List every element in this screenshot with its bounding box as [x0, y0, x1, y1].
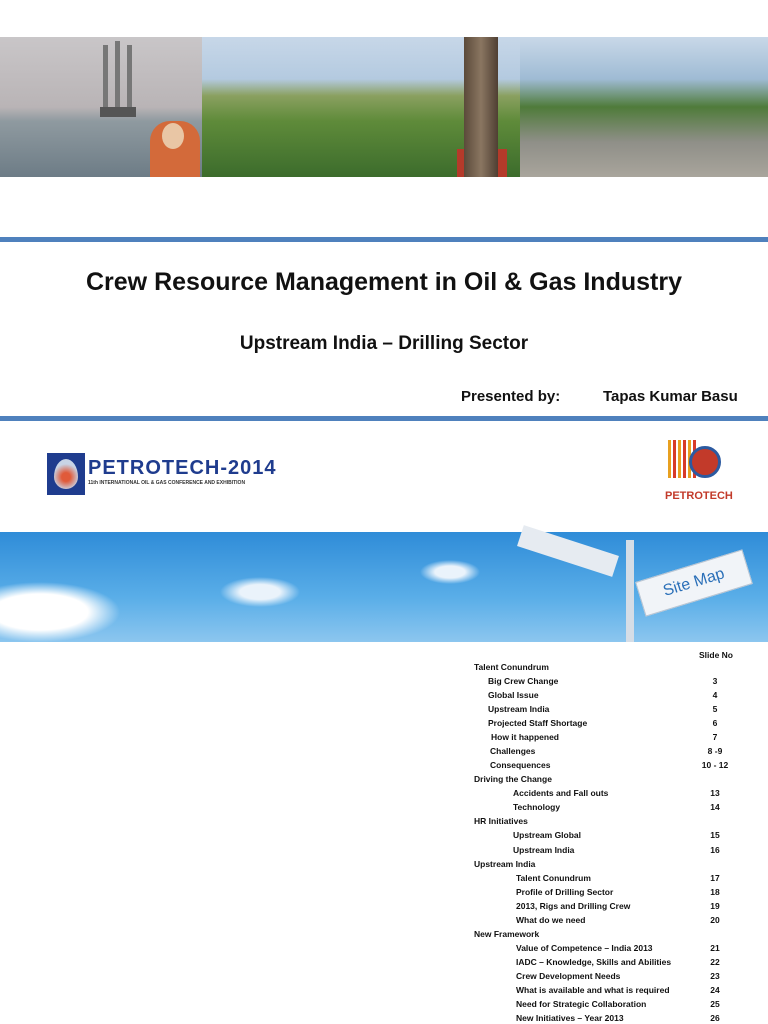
offshore-rig-photo — [0, 37, 202, 177]
toc-slide-number: 22 — [710, 956, 720, 967]
toc-slide-number: 21 — [710, 942, 720, 953]
petrotech-2014-logo: PETROTECH-2014 11th INTERNATIONAL OIL & … — [47, 453, 276, 495]
presenter-name: Tapas Kumar Basu — [603, 388, 738, 405]
toc-slide-number: 4 — [712, 690, 718, 701]
toc-item: 2013, Rigs and Drilling Crew — [516, 900, 631, 911]
signpost — [626, 540, 634, 642]
palm-road-photo — [520, 37, 768, 177]
toc-slide-number: 26 — [710, 1013, 720, 1023]
toc-item: Upstream India — [513, 844, 575, 855]
presented-by-label: Presented by: — [461, 388, 561, 405]
toc-item: Profile of Drilling Sector — [516, 886, 614, 897]
toc-item: Accidents and Fall outs — [513, 788, 609, 799]
toc-item: New Initiatives – Year 2013 — [516, 1013, 624, 1023]
toc-item: What do we need — [516, 914, 586, 925]
toc-item: Upstream India — [488, 704, 550, 715]
toc-slide-number: 19 — [710, 900, 720, 911]
toc-item: IADC – Knowledge, Skills and Abilities — [516, 956, 672, 967]
campus-lake-photo — [202, 37, 520, 177]
divider — [0, 237, 768, 242]
toc-item: Need for Strategic Collaboration — [516, 998, 647, 1009]
logo-subtitle: 11th INTERNATIONAL OIL & GAS CONFERENCE … — [88, 480, 246, 486]
toc-slide-number: 6 — [712, 718, 718, 729]
logo-text: PETROTECH — [665, 490, 733, 502]
slide-no-header: Slide No — [699, 650, 734, 660]
toc-item: What is available and what is required — [516, 984, 670, 995]
toc-item: Challenges — [490, 746, 536, 757]
toc-slide-number: 10 - 12 — [701, 760, 729, 771]
toc-slide-number: 3 — [712, 676, 718, 687]
toc-item: Technology — [513, 802, 561, 813]
toc-item: Projected Staff Shortage — [488, 718, 588, 729]
toc-item: Big Crew Change — [488, 676, 559, 687]
toc-section: New Framework — [474, 928, 540, 939]
toc-slide-number: 7 — [712, 732, 718, 743]
header-photo-strip — [0, 37, 768, 177]
toc-slide-number: 25 — [710, 998, 720, 1009]
toc-slide-number: 14 — [710, 802, 720, 813]
toc-slide-number: 8 -9 — [707, 746, 723, 757]
toc-item: How it happened — [491, 732, 559, 743]
toc-slide-number: 13 — [710, 788, 720, 799]
toc-slide-number: 18 — [710, 886, 720, 897]
toc-item: Consequences — [490, 760, 551, 771]
toc-section: HR Initiatives — [474, 816, 528, 827]
page-subtitle: Upstream India – Drilling Sector — [239, 333, 529, 354]
toc-slide-number: 17 — [710, 872, 720, 883]
toc-item: Upstream Global — [513, 830, 582, 841]
toc-item: Value of Competence – India 2013 — [516, 942, 653, 953]
petrotech-logo: PETROTECH — [665, 440, 733, 506]
toc-item: Global Issue — [488, 690, 539, 701]
toc-slide-number: 5 — [712, 704, 718, 715]
toc-section: Talent Conundrum — [474, 662, 549, 672]
toc-slide-number: 23 — [710, 970, 720, 981]
oil-drop-icon — [47, 453, 85, 495]
toc-slide-number: 20 — [710, 914, 720, 925]
toc-slide-number: 24 — [710, 984, 720, 995]
divider — [0, 416, 768, 421]
toc-item: Crew Development Needs — [516, 970, 621, 981]
page-title: Crew Resource Management in Oil & Gas In… — [86, 268, 682, 296]
logo-title: PETROTECH-2014 — [88, 457, 277, 479]
toc-slide-number: 15 — [710, 830, 720, 841]
toc-item: Talent Conundrum — [516, 872, 591, 883]
toc-section: Driving the Change — [474, 774, 552, 785]
toc-section: Upstream India — [474, 858, 536, 869]
toc-slide-number: 16 — [710, 844, 720, 855]
